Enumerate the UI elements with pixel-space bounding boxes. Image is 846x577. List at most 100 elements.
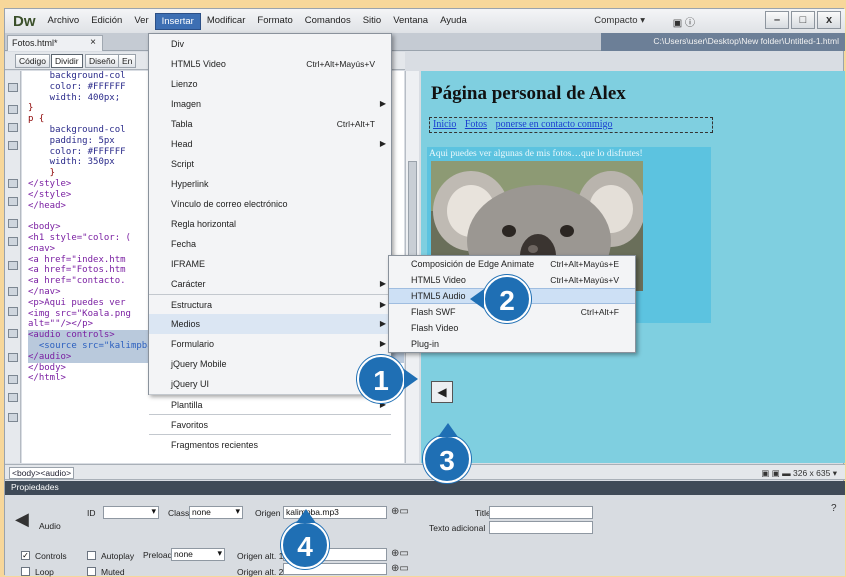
point-to-file-alt1-icon[interactable]: ⊕▭: [391, 548, 409, 559]
callout-3-pointer: [438, 423, 458, 437]
maximize-button[interactable]: □: [791, 11, 815, 29]
select-parent-tag-icon[interactable]: [8, 179, 18, 188]
close-button[interactable]: x: [817, 11, 841, 29]
menu-ventana[interactable]: Ventana: [387, 13, 434, 30]
document-tab-label: Fotos.html*: [12, 38, 58, 48]
menu-bar: Dw Archivo Edición Ver Insertar Modifica…: [5, 9, 845, 33]
split-view-button[interactable]: Dividir: [51, 54, 83, 68]
menu-item-jquery-mobile[interactable]: jQuery Mobile▶: [149, 354, 391, 374]
menu-item-hyperlink[interactable]: Hyperlink: [149, 174, 391, 194]
indent-code-icon[interactable]: [8, 375, 18, 384]
menu-item-favoritos[interactable]: Favoritos: [149, 414, 391, 434]
submenu-arrow-icon: ▶: [379, 339, 386, 348]
preload-select[interactable]: none: [171, 548, 225, 561]
id-select[interactable]: [103, 506, 159, 519]
menu-item-plantilla[interactable]: Plantilla ▶: [149, 394, 391, 414]
controls-label: Controls: [35, 551, 67, 561]
menu-sitio[interactable]: Sitio: [357, 13, 387, 30]
tab-close-icon[interactable]: ×: [90, 37, 96, 48]
menu-item-html5-video[interactable]: HTML5 Video Ctrl+Alt+Mayús+V: [149, 54, 391, 74]
nav-link-fotos[interactable]: Fotos: [465, 119, 487, 130]
menu-item-regla-horizontal[interactable]: Regla horizontal: [149, 214, 391, 234]
layout-icons[interactable]: ▣ ⓘ: [673, 14, 695, 29]
callout-3: 3: [423, 435, 471, 483]
point-to-file-icon[interactable]: ⊕▭: [391, 506, 409, 517]
help-icon[interactable]: ?: [831, 503, 837, 514]
texto-adicional-input[interactable]: [489, 521, 593, 534]
point-to-file-alt2-icon[interactable]: ⊕▭: [391, 563, 409, 574]
properties-panel-header[interactable]: Propiedades: [5, 481, 845, 495]
controls-checkbox[interactable]: ✓: [21, 551, 30, 560]
main-menu: Archivo Edición Ver Insertar Modificar F…: [42, 12, 473, 30]
submenu-arrow-icon: ▶: [379, 139, 386, 148]
menu-item-plug-in[interactable]: Plug-in: [389, 336, 635, 352]
wrap-tag-icon[interactable]: [8, 329, 18, 338]
format-source-icon[interactable]: [8, 413, 18, 422]
submenu-arrow-icon: ▶: [379, 300, 386, 309]
minimize-button[interactable]: –: [765, 11, 789, 29]
menu-insertar[interactable]: Insertar: [154, 12, 201, 30]
title-input[interactable]: [489, 506, 593, 519]
nav-block: Inicio Fotos ponerse en contacto conmigo: [429, 117, 713, 133]
expand-all-icon[interactable]: [8, 141, 18, 150]
live-view-button[interactable]: En: [118, 54, 137, 68]
nav-link-contacto[interactable]: ponerse en contacto conmigo: [496, 119, 613, 130]
menu-comandos[interactable]: Comandos: [299, 13, 357, 30]
design-view-button[interactable]: Diseño: [85, 54, 120, 68]
origen-alt2-label: Origen alt. 2: [237, 567, 284, 577]
remove-comment-icon[interactable]: [8, 307, 18, 316]
menu-edicion[interactable]: Edición: [85, 13, 128, 30]
apply-comment-icon[interactable]: [8, 287, 18, 296]
menu-item-edge-animate[interactable]: Composición de Edge Animate Ctrl+Alt+Mayú…: [389, 256, 635, 272]
submenu-arrow-icon: ▶: [379, 279, 386, 288]
class-select[interactable]: none: [189, 506, 243, 519]
collapse-tag-icon[interactable]: [8, 105, 18, 114]
nav-link-inicio[interactable]: Inicio: [433, 119, 456, 130]
origen-label: Origen: [255, 508, 281, 518]
menu-item-iframe[interactable]: IFRAME: [149, 254, 391, 274]
syntax-error-icon[interactable]: [8, 261, 18, 270]
menu-item-caracter[interactable]: Carácter ▶: [149, 274, 391, 294]
page-frame: Dw Archivo Edición Ver Insertar Modifica…: [0, 0, 846, 577]
menu-item-div[interactable]: Div: [149, 34, 391, 54]
menu-item-formulario[interactable]: Formulario ▶: [149, 334, 391, 354]
menu-item-imagen[interactable]: Imagen ▶: [149, 94, 391, 114]
menu-item-medios[interactable]: Medios ▶: [149, 314, 391, 334]
menu-ayuda[interactable]: Ayuda: [434, 13, 473, 30]
menu-item-script[interactable]: Script: [149, 154, 391, 174]
id-label: ID: [87, 508, 96, 518]
window-size[interactable]: ▣ ▣ ▬ 326 x 635 ▾: [761, 468, 837, 479]
menu-item-lienzo[interactable]: Lienzo: [149, 74, 391, 94]
line-numbers-icon[interactable]: [8, 219, 18, 228]
menu-item-head[interactable]: Head ▶: [149, 134, 391, 154]
menu-item-tabla[interactable]: Tabla Ctrl+Alt+T: [149, 114, 391, 134]
tag-body[interactable]: <body>: [12, 468, 40, 478]
workspace-label: Compacto: [594, 15, 638, 26]
menu-item-jquery-ui[interactable]: jQuery UI▶: [149, 374, 391, 394]
menu-item-fecha[interactable]: Fecha: [149, 234, 391, 254]
workspace-switcher[interactable]: Compacto ▾: [594, 15, 645, 26]
balance-braces-icon[interactable]: [8, 197, 18, 206]
dreamweaver-logo: Dw: [13, 12, 36, 30]
audio-placeholder-icon[interactable]: ◀: [431, 381, 453, 403]
menu-modificar[interactable]: Modificar: [201, 13, 252, 30]
autoplay-label: Autoplay: [101, 551, 135, 561]
collapse-selection-icon[interactable]: [8, 123, 18, 132]
menu-archivo[interactable]: Archivo: [42, 13, 86, 30]
menu-item-estructura[interactable]: Estructura ▶: [149, 294, 391, 314]
class-label: Class: [168, 508, 190, 518]
outdent-code-icon[interactable]: [8, 393, 18, 402]
menu-item-email-link[interactable]: Vínculo de correo electrónico: [149, 194, 391, 214]
menu-ver[interactable]: Ver: [128, 13, 154, 30]
recent-snippets-icon[interactable]: [8, 353, 18, 362]
loop-label: Loop: [35, 567, 54, 577]
menu-formato[interactable]: Formato: [251, 13, 298, 30]
open-documents-icon[interactable]: [8, 83, 18, 92]
highlight-invalid-icon[interactable]: [8, 237, 18, 246]
code-view-button[interactable]: Código: [15, 54, 50, 68]
tag-audio[interactable]: <audio>: [40, 468, 71, 478]
callout-4: 4: [281, 521, 329, 569]
menu-item-fragmentos-recientes[interactable]: Fragmentos recientes: [149, 434, 391, 454]
autoplay-checkbox[interactable]: [87, 551, 96, 560]
document-tab[interactable]: Fotos.html* ×: [7, 35, 103, 51]
